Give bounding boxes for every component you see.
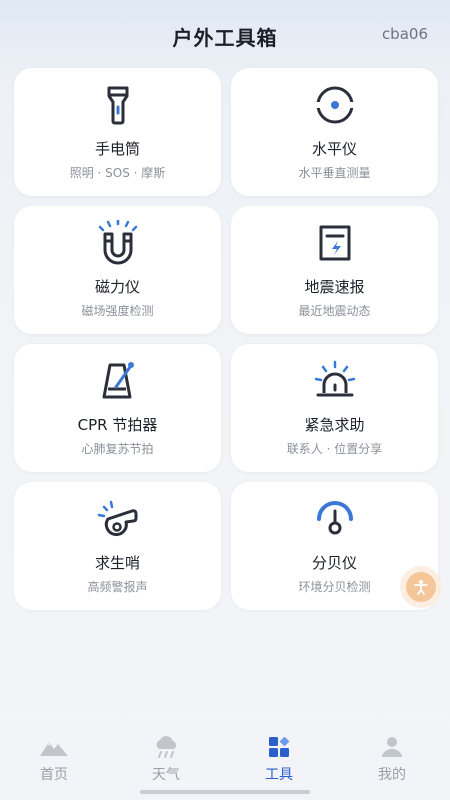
- flashlight-icon: [14, 82, 221, 128]
- tool-name: 磁力仪: [94, 278, 140, 296]
- tool-desc: 照明 · SOS · 摩斯: [69, 166, 166, 180]
- tool-desc: 心肺复苏节拍: [81, 442, 154, 456]
- person-icon: [414, 580, 428, 595]
- mountain-icon: [14, 734, 94, 760]
- tool-name: 分贝仪: [311, 554, 357, 572]
- tool-desc: 高频警报声: [87, 580, 148, 594]
- weather-cloud-icon: [126, 734, 206, 760]
- user-icon: [352, 734, 432, 760]
- tool-name: 求生哨: [94, 554, 140, 572]
- tools-grid-icon: [239, 734, 319, 760]
- level-icon: [231, 82, 438, 128]
- tool-card-whistle[interactable]: 求生哨 高频警报声: [14, 482, 221, 610]
- magnet-icon: [14, 220, 221, 266]
- tab-tools[interactable]: 工具: [239, 734, 319, 788]
- tool-name: 手电筒: [94, 140, 140, 158]
- tab-label: 我的: [378, 767, 406, 783]
- tool-card-flashlight[interactable]: 手电筒 照明 · SOS · 摩斯: [14, 68, 221, 196]
- earthquake-report-icon: [231, 220, 438, 266]
- metronome-icon: [14, 358, 221, 404]
- tool-desc: 最近地震动态: [298, 304, 371, 318]
- alarm-siren-icon: [231, 358, 438, 404]
- tool-desc: 联系人 · 位置分享: [286, 442, 383, 456]
- tool-card-emergency-help[interactable]: 紧急求助 联系人 · 位置分享: [231, 344, 438, 472]
- tool-name: 紧急求助: [304, 416, 365, 434]
- tool-name: 水平仪: [311, 140, 357, 158]
- tool-name: CPR 节拍器: [77, 416, 158, 434]
- whistle-icon: [14, 496, 221, 542]
- decibel-meter-icon: [231, 496, 438, 542]
- tab-home[interactable]: 首页: [14, 734, 94, 788]
- home-indicator: [140, 790, 310, 794]
- bottom-tab-bar: 首页 天气 工具 我的: [0, 726, 450, 800]
- tool-desc: 磁场强度检测: [81, 304, 154, 318]
- tool-desc: 水平垂直测量: [298, 166, 371, 180]
- tab-me[interactable]: 我的: [352, 734, 432, 788]
- tool-name: 地震速报: [304, 278, 365, 296]
- tool-card-level[interactable]: 水平仪 水平垂直测量: [231, 68, 438, 196]
- user-code: cba06: [381, 25, 428, 43]
- tool-card-earthquake[interactable]: 地震速报 最近地震动态: [231, 206, 438, 334]
- tab-label: 天气: [152, 767, 180, 783]
- tool-card-magnetometer[interactable]: 磁力仪 磁场强度检测: [14, 206, 221, 334]
- tab-weather[interactable]: 天气: [126, 734, 206, 788]
- tool-card-cpr-metronome[interactable]: CPR 节拍器 心肺复苏节拍: [14, 344, 221, 472]
- tab-label: 首页: [40, 767, 68, 783]
- app-header: 户外工具箱 cba06: [0, 0, 450, 68]
- tab-label: 工具: [265, 767, 293, 783]
- accessibility-float-button[interactable]: [406, 572, 436, 602]
